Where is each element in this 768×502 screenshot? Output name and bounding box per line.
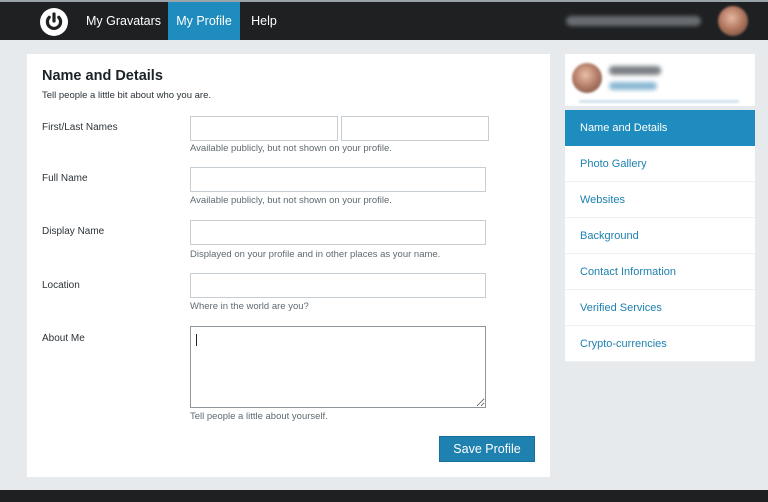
profile-progress-bar	[579, 100, 739, 103]
menu-item-websites[interactable]: Websites	[565, 182, 755, 218]
page-subtitle: Tell people a little bit about who you a…	[42, 90, 211, 101]
first-last-names-label: First/Last Names	[42, 122, 118, 133]
profile-section-menu: Name and Details Photo Gallery Websites …	[565, 110, 755, 362]
account-email-blurred[interactable]	[566, 16, 701, 26]
profile-avatar	[572, 63, 602, 93]
menu-item-name-and-details[interactable]: Name and Details	[565, 110, 755, 146]
display-name-label: Display Name	[42, 226, 105, 237]
location-label: Location	[42, 280, 80, 291]
text-cursor	[196, 334, 197, 346]
menu-item-background[interactable]: Background	[565, 218, 755, 254]
about-me-label: About Me	[42, 333, 85, 344]
menu-item-photo-gallery[interactable]: Photo Gallery	[565, 146, 755, 182]
location-input[interactable]	[190, 273, 486, 298]
user-avatar[interactable]	[718, 6, 748, 36]
nav-my-gravatars[interactable]: My Gravatars	[80, 2, 167, 40]
about-me-hint: Tell people a little about yourself.	[190, 411, 328, 422]
name-details-card: Name and Details Tell people a little bi…	[27, 54, 550, 477]
nav-my-profile[interactable]: My Profile	[168, 2, 240, 40]
profile-link-blurred[interactable]	[609, 82, 657, 90]
footer-bar	[0, 490, 768, 502]
display-name-input[interactable]	[190, 220, 486, 245]
about-me-textarea[interactable]	[190, 326, 486, 408]
top-nav-bar: My Gravatars My Profile Help	[0, 0, 768, 40]
display-name-hint: Displayed on your profile and in other p…	[190, 249, 441, 260]
first-name-input[interactable]	[190, 116, 338, 141]
profile-name-blurred	[609, 66, 661, 75]
full-name-label: Full Name	[42, 173, 88, 184]
nav-help[interactable]: Help	[244, 2, 284, 40]
sidebar-profile-summary[interactable]	[565, 54, 755, 106]
menu-item-verified-services[interactable]: Verified Services	[565, 290, 755, 326]
save-profile-button[interactable]: Save Profile	[439, 436, 535, 462]
page-title: Name and Details	[42, 68, 163, 84]
full-name-input[interactable]	[190, 167, 486, 192]
menu-item-crypto-currencies[interactable]: Crypto-currencies	[565, 326, 755, 362]
full-name-hint: Available publicly, but not shown on you…	[190, 195, 392, 206]
last-name-input[interactable]	[341, 116, 489, 141]
gravatar-power-icon[interactable]	[40, 8, 68, 36]
first-last-names-hint: Available publicly, but not shown on you…	[190, 143, 392, 154]
menu-item-contact-information[interactable]: Contact Information	[565, 254, 755, 290]
location-hint: Where in the world are you?	[190, 301, 309, 312]
